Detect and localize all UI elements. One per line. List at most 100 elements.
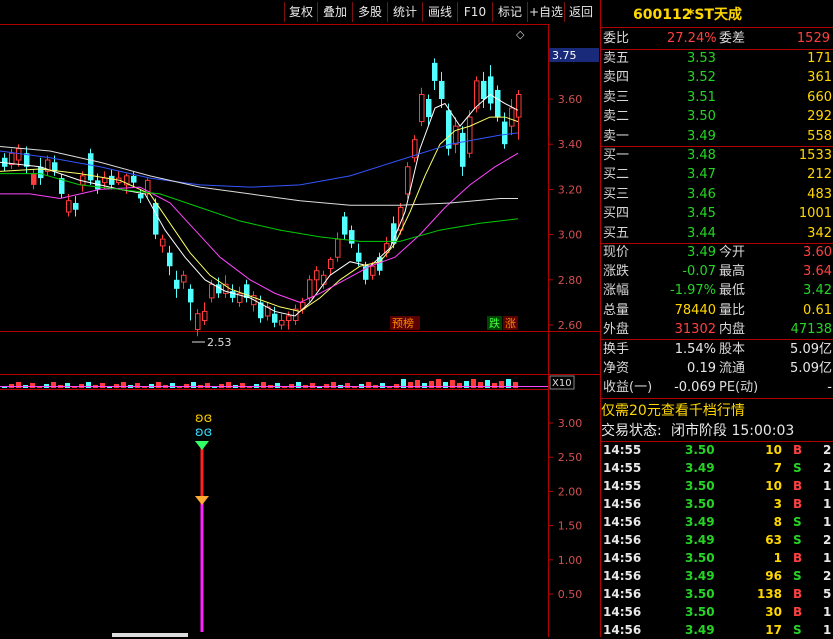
volume-bar (170, 383, 175, 388)
ask-row: 卖四 3.52 361 (601, 68, 833, 88)
tick-row: 14:56 3.49 17 S 1 (601, 621, 833, 639)
indicator-axis-label: 3.00 (558, 417, 583, 430)
ask-volume: 292 (807, 109, 832, 125)
volume-bar (275, 383, 280, 388)
candle-body (314, 270, 320, 281)
candle-body (370, 265, 376, 276)
tick-time: 14:56 (603, 551, 642, 565)
tick-row: 14:56 3.49 8 S 1 (601, 513, 833, 531)
ask-row: 卖五 3.53 171 (601, 49, 833, 69)
tick-time: 14:56 (603, 533, 642, 547)
stock-header: 600112 *ST天成 (601, 4, 833, 26)
volume-bar (422, 383, 427, 388)
volume-bar (310, 383, 315, 388)
candle-body (31, 173, 37, 185)
volume-bar (205, 383, 210, 388)
fundamental-value: - (827, 380, 832, 396)
bid-row: 买四 3.45 1001 (601, 204, 833, 224)
tick-volume: 3 (773, 497, 782, 511)
ask-label: 卖三 (603, 89, 630, 105)
low-marker-label: 2.53 (207, 336, 232, 349)
stat-row: 总量 78440 量比 0.61 (601, 301, 833, 321)
toolbar-statistics-button[interactable]: 统计 (387, 2, 422, 22)
promo-text[interactable]: 仅需20元查看千档行情 (601, 401, 745, 421)
diamond-icon: ◇ (516, 28, 525, 41)
kline-chart-area[interactable]: ◇ 3.60 3.40 3.20 3.00 2.80 2.60 3.75 2.53 预榜 跌涨 X10… (0, 0, 600, 637)
tick-row: 14:55 3.50 10 B 1 (601, 477, 833, 495)
stat-value: -1.97% (670, 283, 716, 299)
stat-value: 3.64 (803, 264, 832, 280)
stat-label: 现价 (603, 245, 630, 260)
tick-volume: 7 (773, 461, 782, 475)
bid-price: 3.46 (687, 186, 716, 202)
volume-bar (296, 382, 301, 388)
candle-body (153, 202, 159, 235)
butterfly-icon: ʚɞ (195, 425, 212, 440)
stat-label: 最低 (719, 283, 746, 299)
candle-body (356, 252, 362, 262)
indicator-axis-label: 1.50 (558, 520, 583, 533)
quote-panel: 600112 *ST天成 委比 27.24% 委差 1529 卖五 3.53 171… (600, 0, 833, 637)
bid-price: 3.45 (687, 206, 716, 222)
candle-body (209, 283, 215, 299)
toolbar-multi-stock-button[interactable]: 多股 (352, 2, 387, 22)
tick-time: 14:56 (603, 587, 642, 601)
toolbar-fuquan-button[interactable]: 复权 (284, 2, 317, 22)
fundamental-row: 净资 0.19 流通 5.09亿 (601, 359, 833, 379)
signal-zhang-label: 涨 (505, 317, 516, 330)
tick-time: 14:55 (603, 479, 642, 493)
fundamental-value: -0.069 (674, 380, 716, 396)
stat-label: 今开 (719, 245, 746, 260)
divider (601, 27, 833, 28)
toolbar-back-button[interactable]: 返回 (564, 2, 597, 22)
candle-body (432, 62, 438, 81)
candle-body (481, 80, 487, 99)
tick-row: 14:56 3.50 1 B 1 (601, 549, 833, 567)
tick-side: B (793, 497, 803, 511)
candle-body (188, 288, 194, 303)
ask-label: 卖五 (603, 51, 630, 66)
candle-body (405, 166, 411, 195)
ask-volume: 660 (807, 89, 832, 105)
candle-body (460, 132, 466, 167)
tick-volume: 1 (773, 551, 782, 565)
tick-side: B (793, 605, 803, 619)
stock-code: 600112 (633, 7, 692, 23)
price-axis-label: 3.60 (558, 93, 583, 106)
tick-price: 3.50 (685, 605, 715, 619)
volume-bar (478, 382, 483, 388)
volume-bar (135, 383, 140, 388)
diamond-signal-icon (195, 496, 209, 505)
candle-body (181, 274, 187, 283)
fundamental-value: 5.09亿 (790, 342, 832, 357)
candle-body (160, 238, 166, 247)
ma20-line (0, 152, 519, 303)
price-axis-label: 3.20 (558, 183, 583, 196)
divider (601, 398, 833, 399)
pane-border (0, 24, 548, 25)
ask-row: 卖一 3.49 558 (601, 127, 833, 147)
tick-side: S (793, 515, 802, 529)
candle-body (419, 93, 425, 123)
stat-label: 量比 (719, 302, 746, 318)
toolbar-add-watchlist-button[interactable]: +自选 (527, 2, 564, 22)
tick-volume: 10 (765, 443, 782, 457)
volume-bar (457, 383, 462, 388)
toolbar-f10-button[interactable]: F10 (457, 2, 492, 22)
tick-time: 14:56 (603, 569, 642, 583)
toolbar-overlay-button[interactable]: 叠加 (317, 2, 352, 22)
promo-link[interactable]: 仅需20元查看千档行情 (601, 401, 833, 421)
tick-volume: 8 (773, 515, 782, 529)
trade-status-value: 闭市阶段 15:00:03 (671, 423, 795, 439)
volume-multiplier-label: X10 (552, 378, 572, 389)
candle-body (467, 116, 473, 154)
volume-bar (156, 382, 161, 388)
stat-value: 0.61 (803, 302, 832, 318)
volume-bar (513, 382, 518, 388)
kline-chart-svg[interactable]: ◇ 3.60 3.40 3.20 3.00 2.80 2.60 3.75 2.53 预榜 跌涨 X10… (0, 0, 600, 637)
toolbar-draw-line-button[interactable]: 画线 (422, 2, 457, 22)
bid-label: 买五 (603, 225, 630, 241)
ma250-line (0, 145, 518, 206)
toolbar-mark-button[interactable]: 标记 (492, 2, 527, 22)
candle-body (109, 175, 115, 185)
